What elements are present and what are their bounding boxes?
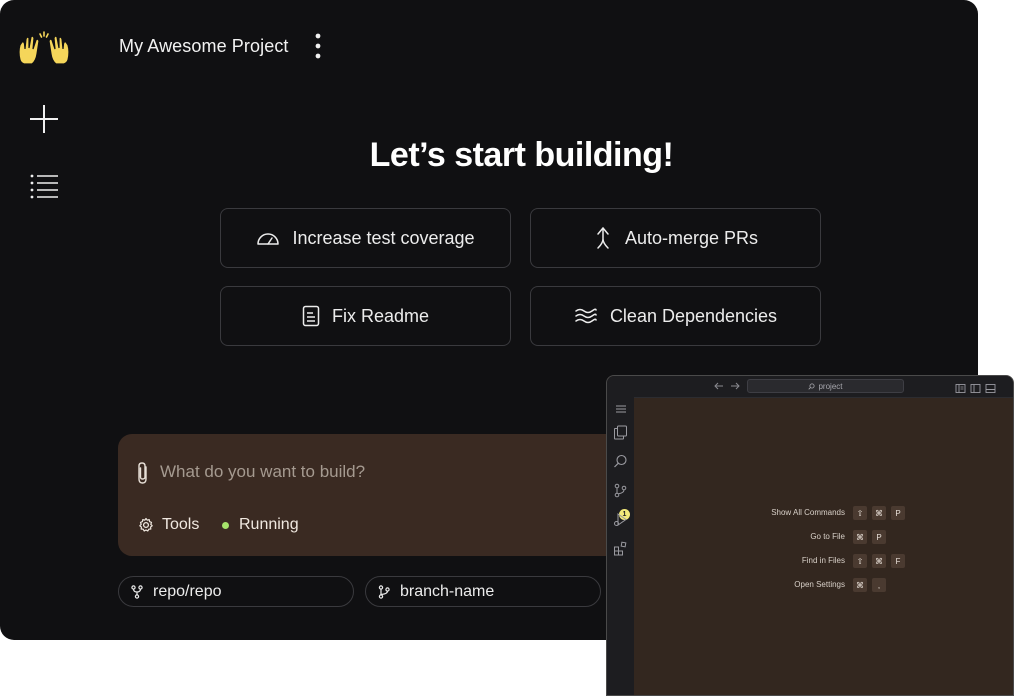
toggle-sidebar-button[interactable]: [955, 381, 966, 393]
extensions-icon: [614, 541, 627, 556]
shortcut-go-to-file[interactable]: Go to File ⌘ P: [667, 530, 987, 546]
branch-selector[interactable]: branch-name: [365, 576, 601, 607]
suggestion-fix-readme[interactable]: Fix Readme: [220, 286, 511, 346]
explorer-button[interactable]: [612, 424, 629, 441]
forward-button[interactable]: [729, 380, 741, 392]
new-project-button[interactable]: [24, 99, 64, 139]
layout-panel-left-icon: [970, 384, 981, 393]
files-icon: [614, 425, 627, 440]
arrow-right-icon: [731, 382, 740, 390]
paperclip-icon: [138, 462, 147, 484]
toggle-panel-bottom-button[interactable]: [985, 381, 996, 393]
key-cmd: ⌘: [872, 506, 886, 520]
search-view-button[interactable]: [612, 453, 629, 470]
key-cmd: ⌘: [872, 554, 886, 568]
project-menu-button[interactable]: [306, 30, 330, 62]
repo-selector[interactable]: repo/repo: [118, 576, 354, 607]
menu-button[interactable]: [612, 400, 629, 417]
extensions-button[interactable]: [612, 540, 629, 557]
code-editor-window: project 1 Show All Commands ⇧ ⌘ P Go to …: [606, 375, 1014, 696]
tools-button[interactable]: Tools: [138, 516, 199, 534]
waves-icon: [575, 308, 597, 324]
attach-button[interactable]: [134, 460, 152, 486]
prompt-input[interactable]: [160, 458, 600, 486]
run-debug-button[interactable]: [612, 511, 629, 528]
prompt-composer: Tools Running: [118, 434, 638, 556]
suggestion-label: Increase test coverage: [292, 227, 475, 248]
shortcut-label: Open Settings: [794, 580, 845, 589]
branch-icon: [378, 584, 390, 599]
search-icon: [808, 382, 816, 390]
key-f: F: [891, 554, 905, 568]
gear-icon: [139, 517, 153, 532]
key-shift: ⇧: [853, 506, 867, 520]
back-button[interactable]: [713, 380, 725, 392]
shortcut-open-settings[interactable]: Open Settings ⌘ ,: [667, 578, 987, 594]
raised-hands-logo-icon: [16, 30, 72, 70]
suggestion-increase-test-coverage[interactable]: Increase test coverage: [220, 208, 511, 268]
shortcut-find-in-files[interactable]: Find in Files ⇧ ⌘ F: [667, 554, 987, 570]
toggle-panel-left-button[interactable]: [970, 381, 981, 393]
suggestion-clean-dependencies[interactable]: Clean Dependencies: [530, 286, 821, 346]
merge-arrow-icon: [597, 227, 609, 249]
key-p: P: [872, 530, 886, 544]
command-center-search[interactable]: project: [747, 379, 904, 393]
key-comma: ,: [872, 578, 886, 592]
plus-icon: [30, 105, 58, 133]
suggestion-auto-merge-prs[interactable]: Auto-merge PRs: [530, 208, 821, 268]
task-list-button[interactable]: [24, 166, 64, 206]
gauge-icon: [257, 233, 280, 245]
layout-sidebar-icon: [955, 384, 966, 393]
branch-label: branch-name: [400, 582, 495, 600]
list-icon: [30, 174, 58, 199]
search-label: project: [818, 381, 843, 391]
repo-fork-icon: [131, 584, 143, 599]
shortcut-show-all-commands[interactable]: Show All Commands ⇧ ⌘ P: [667, 506, 987, 522]
key-cmd: ⌘: [853, 578, 867, 592]
document-icon: [302, 305, 320, 327]
hero-title: Let’s start building!: [369, 136, 674, 174]
arrow-left-icon: [714, 382, 723, 390]
suggestion-label: Auto-merge PRs: [624, 227, 759, 248]
editor-titlebar: project: [607, 376, 1013, 398]
kebab-menu-icon: [315, 33, 321, 59]
shortcut-label: Go to File: [810, 532, 845, 541]
suggestion-label: Clean Dependencies: [609, 305, 778, 326]
search-icon: [614, 454, 627, 468]
status-indicator: Running: [222, 516, 299, 534]
project-title: My Awesome Project: [119, 36, 289, 56]
activity-bar: 1: [607, 397, 634, 695]
hamburger-icon: [615, 405, 626, 412]
source-control-icon: [614, 483, 627, 498]
status-dot: [222, 521, 229, 529]
shortcut-label: Show All Commands: [771, 508, 845, 517]
source-control-button[interactable]: [612, 482, 629, 499]
key-cmd: ⌘: [853, 530, 867, 544]
layout-panel-bottom-icon: [985, 384, 996, 393]
suggestion-label: Fix Readme: [331, 305, 430, 326]
key-p: P: [891, 506, 905, 520]
shortcut-label: Find in Files: [801, 556, 845, 565]
tools-label: Tools: [162, 516, 200, 533]
repo-label: repo/repo: [153, 582, 222, 600]
status-label: Running: [239, 516, 299, 533]
run-debug-icon: [614, 513, 627, 526]
key-shift: ⇧: [853, 554, 867, 568]
